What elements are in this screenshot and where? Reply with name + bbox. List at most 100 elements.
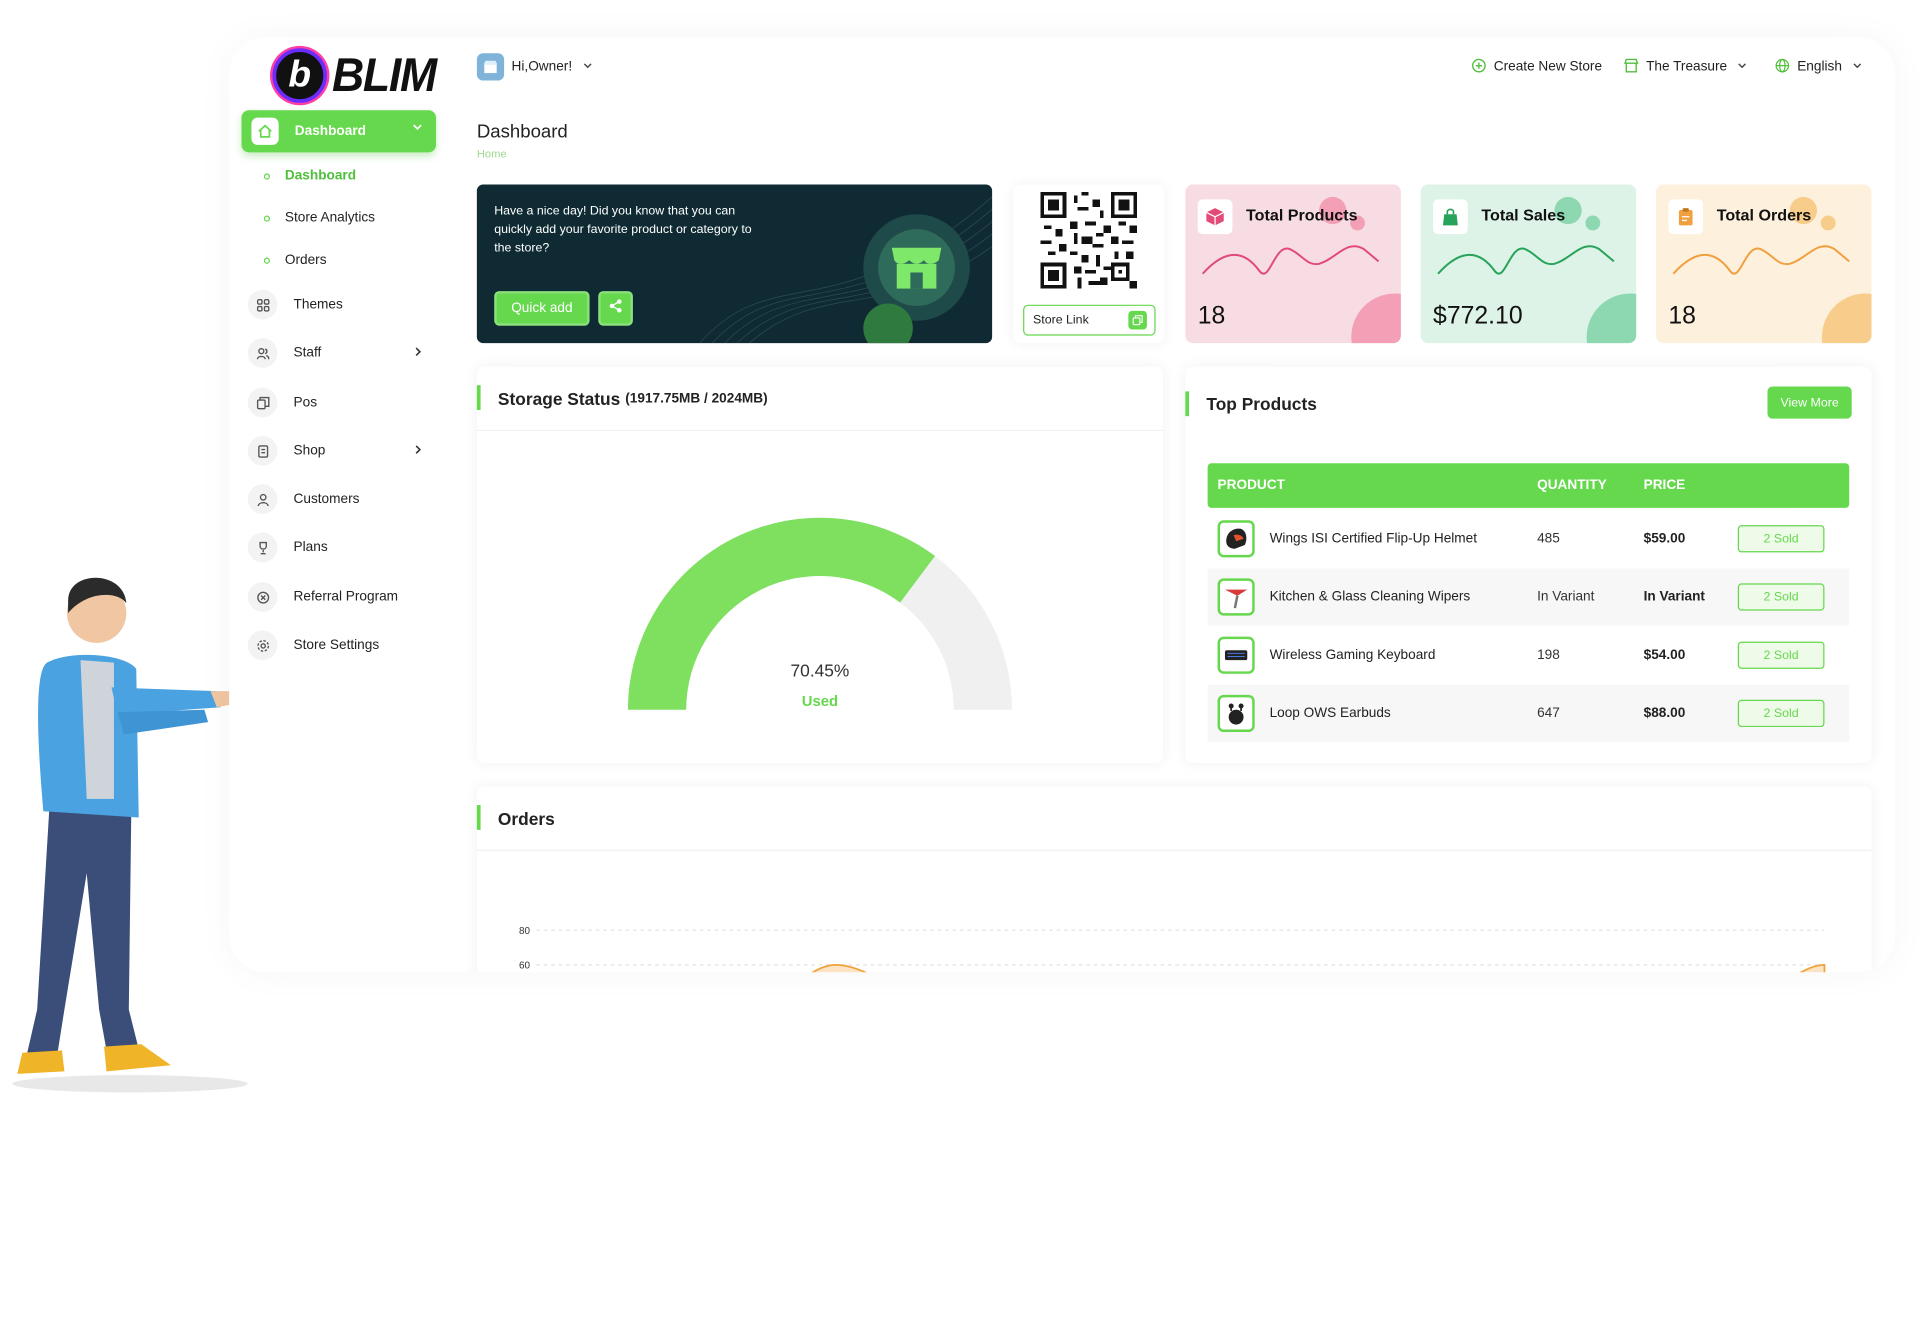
dashboard-app: b BLIM Dashboard Dashboard Store Analyti… (229, 37, 1896, 973)
sidebar-item-customers[interactable]: Customers (247, 484, 434, 515)
language-label: English (1797, 59, 1842, 75)
orders-chart: 80 60 40 ount (519, 926, 1826, 973)
sidebar-item-label: Plans (293, 540, 328, 555)
referral-icon (247, 582, 278, 612)
sidebar-item-themes[interactable]: Themes (247, 289, 434, 320)
store-icon (1624, 58, 1639, 77)
top-products-title: Top Products (1206, 393, 1317, 414)
stat-sparkline (1201, 245, 1380, 275)
helmet-icon (1217, 520, 1255, 558)
product-quantity: In Variant (1537, 589, 1595, 605)
quick-add-button[interactable]: Quick add (494, 291, 590, 326)
greeting-text: Hi,Owner! (511, 59, 573, 75)
qr-code-image[interactable] (1040, 191, 1138, 289)
stat-title: Total Orders (1716, 205, 1812, 225)
sidebar-subitem-label: Orders (284, 252, 327, 268)
table-row[interactable]: Kitchen & Glass Cleaning Wipers In Varia… (1207, 568, 1850, 626)
sidebar-subitem-label: Store Analytics (284, 210, 376, 226)
store-name: The Treasure (1646, 59, 1728, 75)
column-header-quantity: QUANTITY (1537, 478, 1607, 493)
share-button[interactable] (598, 291, 633, 326)
copy-icon[interactable] (1128, 310, 1147, 330)
stat-card-total-orders: Total Orders 18 (1656, 184, 1872, 344)
product-name: Kitchen & Glass Cleaning Wipers (1269, 589, 1471, 605)
sidebar-item-label: Staff (293, 345, 322, 361)
table-row[interactable]: Loop OWS Earbuds 647 $88.00 2 Sold (1207, 684, 1850, 742)
globe-icon (1775, 58, 1790, 77)
top-products-panel: Top Products View More PRODUCT QUANTITY … (1185, 366, 1872, 763)
product-price: In Variant (1643, 589, 1705, 605)
banner-message: Have a nice day! Did you know that you c… (494, 204, 752, 256)
product-price: $59.00 (1643, 531, 1686, 547)
store-selector[interactable]: The Treasure (1614, 52, 1758, 82)
sidebar-item-label: Pos (293, 395, 318, 410)
stat-value: 18 (1668, 302, 1696, 330)
logo-mark: b (272, 48, 327, 103)
welcome-banner: Have a nice day! Did you know that you c… (476, 184, 993, 344)
shopping-bag-icon (1433, 199, 1468, 235)
panel-header: Storage Status (1917.75MB / 2024MB) (476, 367, 1164, 432)
sidebar-subitem-label: Dashboard (284, 168, 357, 184)
sidebar-subitem-orders[interactable]: Orders (263, 252, 327, 268)
product-name: Loop OWS Earbuds (1269, 706, 1391, 721)
stat-sparkline (1672, 245, 1850, 275)
sidebar-item-pos[interactable]: Pos (247, 387, 434, 418)
bullet-icon (263, 214, 271, 222)
shop-icon (247, 435, 278, 466)
orders-title: Orders (497, 808, 555, 829)
stat-card-total-products: Total Products 18 (1185, 184, 1401, 344)
sidebar-subitem-store-analytics[interactable]: Store Analytics (263, 210, 376, 226)
view-more-button[interactable]: View More (1767, 386, 1852, 419)
storage-status-panel: Storage Status (1917.75MB / 2024MB) 70.4… (476, 366, 1164, 763)
sidebar-item-label: Dashboard (294, 123, 366, 139)
store-qr-card: Store Link (1013, 184, 1165, 344)
storage-detail: (1917.75MB / 2024MB) (625, 390, 768, 406)
storage-gauge: 70.45% Used (627, 517, 1012, 710)
sidebar-item-store-settings[interactable]: Store Settings (247, 630, 434, 661)
storefront-icon (891, 247, 942, 289)
accent-bar (1185, 391, 1190, 417)
decor-quarter-circle (1351, 293, 1401, 344)
sold-badge: 2 Sold (1737, 583, 1825, 611)
chevron-right-icon (411, 443, 423, 459)
sidebar-subitem-dashboard[interactable]: Dashboard (263, 168, 357, 184)
keyboard-icon (1217, 636, 1255, 674)
create-new-store-button[interactable]: Create New Store (1462, 52, 1612, 82)
table-row[interactable]: Wings ISI Certified Flip-Up Helmet 485 $… (1208, 510, 1850, 567)
language-selector[interactable]: English (1765, 52, 1873, 82)
gauge-used-label: Used (802, 694, 838, 710)
stat-title: Total Products (1246, 205, 1358, 225)
page-title: Dashboard (476, 121, 568, 143)
brand-logo[interactable]: b BLIM (272, 43, 458, 107)
gauge-used-arc (627, 517, 935, 710)
storage-title: Storage Status (497, 388, 621, 409)
sidebar-item-shop[interactable]: Shop (247, 435, 434, 466)
user-menu[interactable]: Hi,Owner! (476, 50, 601, 85)
sidebar-item-label: Store Settings (293, 637, 380, 653)
product-price: $54.00 (1643, 647, 1686, 663)
sidebar-item-referral-program[interactable]: Referral Program (247, 582, 434, 612)
store-avatar-icon (476, 53, 505, 81)
y-tick-label: 80 (519, 926, 531, 937)
sidebar-item-dashboard[interactable]: Dashboard (241, 110, 436, 153)
clipboard-icon (1668, 199, 1704, 235)
accent-bar (476, 385, 481, 410)
earbuds-icon (1217, 694, 1255, 733)
home-icon (251, 117, 279, 145)
table-row[interactable]: Wireless Gaming Keyboard 198 $54.00 2 So… (1208, 627, 1850, 684)
sold-badge: 2 Sold (1737, 699, 1825, 728)
chevron-down-icon (582, 59, 593, 74)
sold-badge: 2 Sold (1737, 641, 1825, 669)
breadcrumb[interactable]: Home (477, 147, 507, 159)
store-link-label: Store Link (1032, 313, 1089, 327)
product-name: Wireless Gaming Keyboard (1269, 647, 1436, 663)
sidebar-item-staff[interactable]: Staff (247, 338, 434, 368)
product-price: $88.00 (1643, 706, 1686, 721)
product-quantity: 647 (1537, 706, 1560, 721)
store-link-button[interactable]: Store Link (1023, 304, 1156, 336)
logo-text: BLIM (331, 48, 437, 102)
sidebar-item-plans[interactable]: Plans (247, 532, 434, 563)
create-new-store-label: Create New Store (1493, 59, 1603, 75)
product-name: Wings ISI Certified Flip-Up Helmet (1269, 531, 1478, 547)
column-header-product: PRODUCT (1217, 478, 1285, 493)
